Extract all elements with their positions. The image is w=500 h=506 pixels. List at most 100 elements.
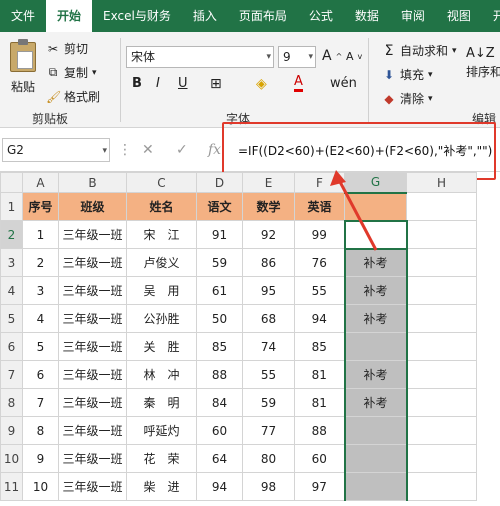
column-header-g[interactable]: G bbox=[344, 172, 407, 194]
cell[interactable] bbox=[406, 472, 477, 501]
copy-button[interactable]: ⧉ 复制 ▾ bbox=[46, 64, 97, 81]
clear-button[interactable]: ◆ 清除 ▾ bbox=[382, 90, 432, 107]
row-header[interactable]: 4 bbox=[0, 276, 23, 305]
cell[interactable]: 84 bbox=[196, 388, 243, 417]
name-box[interactable]: G2 ▾ bbox=[2, 138, 110, 162]
column-header-h[interactable]: H bbox=[406, 172, 477, 193]
cell[interactable]: 59 bbox=[196, 248, 243, 277]
underline-button[interactable]: U bbox=[178, 76, 188, 91]
cell[interactable]: 吴 用 bbox=[126, 276, 197, 305]
row-header[interactable]: 3 bbox=[0, 248, 23, 277]
tab-5[interactable]: 公式 bbox=[298, 0, 344, 32]
cell[interactable]: 50 bbox=[196, 304, 243, 333]
cut-button[interactable]: ✂ 剪切 bbox=[46, 40, 88, 57]
cell[interactable]: 公孙胜 bbox=[126, 304, 197, 333]
cell[interactable]: 三年级一班 bbox=[58, 220, 127, 249]
tab-1[interactable]: 开始 bbox=[46, 0, 93, 32]
cell[interactable]: 61 bbox=[196, 276, 243, 305]
cell[interactable]: 88 bbox=[294, 416, 345, 445]
border-icon[interactable]: ⊞ bbox=[210, 76, 222, 92]
cancel-icon[interactable]: ✕ bbox=[142, 142, 154, 158]
fx-icon[interactable]: fx bbox=[208, 142, 221, 158]
phonetic-icon[interactable]: wén bbox=[330, 76, 357, 91]
cell[interactable]: 语文 bbox=[196, 192, 243, 221]
cell[interactable]: 60 bbox=[294, 444, 345, 473]
column-header-f[interactable]: F bbox=[294, 172, 345, 193]
cell[interactable]: 55 bbox=[242, 360, 295, 389]
cell[interactable]: 姓名 bbox=[126, 192, 197, 221]
cell[interactable]: 99 bbox=[294, 220, 345, 249]
tab-2[interactable]: Excel与财务 bbox=[92, 0, 182, 32]
cell[interactable]: 英语 bbox=[294, 192, 345, 221]
row-header[interactable]: 2 bbox=[0, 220, 23, 249]
cell[interactable]: 呼延灼 bbox=[126, 416, 197, 445]
cell[interactable]: 卢俊义 bbox=[126, 248, 197, 277]
cell[interactable]: 三年级一班 bbox=[58, 360, 127, 389]
row-header[interactable]: 7 bbox=[0, 360, 23, 389]
cell[interactable] bbox=[406, 276, 477, 305]
cell[interactable]: 班级 bbox=[58, 192, 127, 221]
cell[interactable]: 2 bbox=[22, 248, 59, 277]
cell[interactable]: 宋 江 bbox=[126, 220, 197, 249]
cell[interactable]: 8 bbox=[22, 416, 59, 445]
cell[interactable]: 三年级一班 bbox=[58, 332, 127, 361]
select-all-corner[interactable] bbox=[0, 172, 23, 193]
cell[interactable] bbox=[343, 219, 408, 250]
tab-8[interactable]: 视图 bbox=[436, 0, 482, 32]
cell[interactable]: 三年级一班 bbox=[58, 444, 127, 473]
cell[interactable]: 6 bbox=[22, 360, 59, 389]
tab-3[interactable]: 插入 bbox=[182, 0, 228, 32]
cell[interactable]: 1 bbox=[22, 220, 59, 249]
cell[interactable] bbox=[406, 192, 477, 221]
cell[interactable] bbox=[343, 416, 408, 445]
autosum-button[interactable]: Σ 自动求和 ▾ bbox=[382, 42, 457, 59]
cell[interactable] bbox=[406, 248, 477, 277]
cell[interactable]: 补考 bbox=[343, 276, 408, 305]
cell[interactable]: 97 bbox=[294, 472, 345, 501]
cell[interactable]: 三年级一班 bbox=[58, 416, 127, 445]
paste-button[interactable]: 粘贴 bbox=[6, 38, 40, 100]
cell[interactable]: 秦 明 bbox=[126, 388, 197, 417]
cell[interactable]: 94 bbox=[196, 472, 243, 501]
cell[interactable]: 81 bbox=[294, 388, 345, 417]
cell[interactable]: 10 bbox=[22, 472, 59, 501]
column-header-b[interactable]: B bbox=[58, 172, 127, 193]
row-header[interactable]: 11 bbox=[0, 472, 23, 501]
cell[interactable]: 74 bbox=[242, 332, 295, 361]
cell[interactable]: 91 bbox=[196, 220, 243, 249]
tab-6[interactable]: 数据 bbox=[344, 0, 390, 32]
row-header[interactable]: 1 bbox=[0, 192, 23, 221]
confirm-icon[interactable]: ✓ bbox=[176, 142, 188, 158]
cell[interactable]: 95 bbox=[242, 276, 295, 305]
shrink-font-button[interactable]: Av bbox=[346, 50, 362, 63]
cell[interactable] bbox=[343, 332, 408, 361]
row-header[interactable]: 5 bbox=[0, 304, 23, 333]
cell[interactable] bbox=[343, 472, 408, 501]
font-size-select[interactable]: 9 ▾ bbox=[278, 46, 316, 68]
cell[interactable]: 补考 bbox=[343, 304, 408, 333]
cell[interactable] bbox=[406, 444, 477, 473]
cell[interactable]: 7 bbox=[22, 388, 59, 417]
tab-7[interactable]: 审阅 bbox=[390, 0, 436, 32]
cell[interactable]: 补考 bbox=[343, 248, 408, 277]
cell[interactable]: 补考 bbox=[343, 360, 408, 389]
cell[interactable]: 80 bbox=[242, 444, 295, 473]
column-header-d[interactable]: D bbox=[196, 172, 243, 193]
cell[interactable]: 3 bbox=[22, 276, 59, 305]
row-header[interactable]: 10 bbox=[0, 444, 23, 473]
cell[interactable]: 81 bbox=[294, 360, 345, 389]
row-header[interactable]: 9 bbox=[0, 416, 23, 445]
cell[interactable]: 三年级一班 bbox=[58, 304, 127, 333]
cell[interactable] bbox=[406, 360, 477, 389]
cell[interactable]: 三年级一班 bbox=[58, 248, 127, 277]
tab-4[interactable]: 页面布局 bbox=[228, 0, 298, 32]
tab-9[interactable]: 开 bbox=[482, 0, 500, 32]
cell[interactable]: 94 bbox=[294, 304, 345, 333]
cell[interactable] bbox=[406, 332, 477, 361]
font-name-select[interactable]: 宋体 ▾ bbox=[126, 46, 274, 68]
cell[interactable] bbox=[406, 304, 477, 333]
cell[interactable]: 花 荣 bbox=[126, 444, 197, 473]
cell[interactable]: 85 bbox=[294, 332, 345, 361]
cell[interactable]: 77 bbox=[242, 416, 295, 445]
cell[interactable] bbox=[343, 444, 408, 473]
